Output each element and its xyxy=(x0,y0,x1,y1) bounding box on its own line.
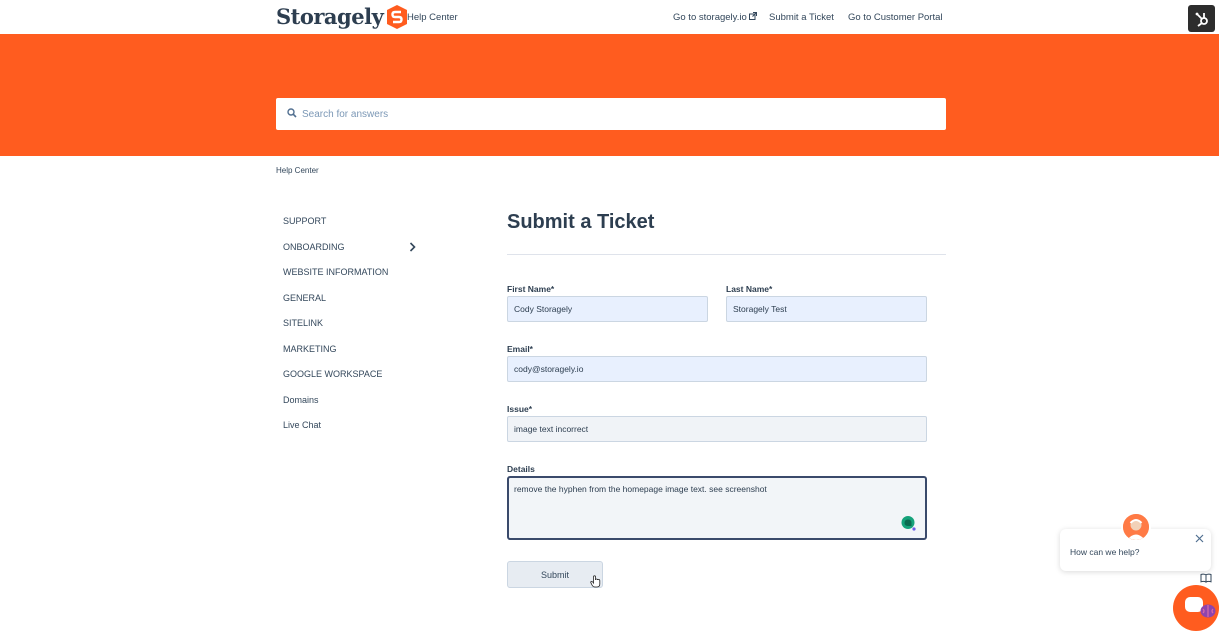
nav-customer-portal[interactable]: Go to Customer Portal xyxy=(848,12,943,23)
page-title: Submit a Ticket xyxy=(507,211,655,233)
book-icon[interactable] xyxy=(1200,573,1212,583)
sidebar-item-label: Domains xyxy=(283,394,319,405)
submit-button[interactable]: Submit xyxy=(507,561,603,588)
sidebar-item-label: MARKETING xyxy=(283,343,337,354)
sidebar-item-label: ONBOARDING xyxy=(283,241,345,252)
details-label: Details xyxy=(507,464,535,474)
hero-banner xyxy=(0,34,1219,156)
sidebar-item-support[interactable]: SUPPORT xyxy=(283,214,433,240)
issue-label: Issue* xyxy=(507,404,533,414)
sidebar-item-label: SUPPORT xyxy=(283,216,327,226)
sidebar-item-marketing[interactable]: MARKETING xyxy=(283,342,433,368)
details-textarea[interactable]: remove the hyphen from the homepage imag… xyxy=(507,476,927,540)
top-navigation: Storagely Help Center Go to storagely.io… xyxy=(0,0,1219,34)
hubspot-sprocket-button[interactable] xyxy=(1188,5,1215,32)
agent-avatar-icon xyxy=(1123,514,1149,540)
sidebar-item-live-chat[interactable]: Live Chat xyxy=(283,418,433,444)
title-divider xyxy=(507,254,946,255)
first-name-label: First Name* xyxy=(507,284,555,294)
sidebar-item-domains[interactable]: Domains xyxy=(283,393,433,419)
logo-text: Storagely xyxy=(276,4,384,29)
sidebar-item-label: WEBSITE INFORMATION xyxy=(283,267,389,277)
search-input[interactable] xyxy=(302,98,932,130)
close-icon[interactable] xyxy=(1195,534,1204,543)
sidebar-item-onboarding[interactable]: ONBOARDING xyxy=(283,240,433,266)
nav-submit-ticket[interactable]: Submit a Ticket xyxy=(769,12,834,23)
storagely-s-icon xyxy=(387,4,408,29)
email-label: Email* xyxy=(507,344,533,354)
email-field[interactable]: cody@storagely.io xyxy=(507,356,927,382)
breadcrumb[interactable]: Help Center xyxy=(276,166,319,175)
breadcrumb-help-center[interactable]: Help Center xyxy=(276,166,319,175)
external-link-icon xyxy=(748,12,757,20)
hand-cursor-icon xyxy=(590,575,601,588)
sidebar-item-general[interactable]: GENERAL xyxy=(283,291,433,317)
hubspot-sprocket-icon xyxy=(1195,12,1208,27)
sidebar-item-google-workspace[interactable]: GOOGLE WORKSPACE xyxy=(283,367,433,393)
sidebar-item-label: GOOGLE WORKSPACE xyxy=(283,369,383,379)
last-name-field[interactable]: Storagely Test xyxy=(726,296,927,322)
sidebar-item-label: Live Chat xyxy=(283,420,322,430)
avatar xyxy=(1121,512,1151,542)
chat-prompt-text: How can we help? xyxy=(1070,547,1140,557)
nav-go-to-storagely[interactable]: Go to storagely.io xyxy=(673,12,757,23)
nav-go-to-storagely-label: Go to storagely.io xyxy=(673,12,747,23)
brain-icon[interactable] xyxy=(1199,603,1217,619)
help-center-link[interactable]: Help Center xyxy=(407,12,458,23)
grammar-assistant-icon[interactable] xyxy=(900,515,916,531)
search-bar[interactable] xyxy=(276,98,946,130)
search-icon xyxy=(287,108,297,118)
issue-field[interactable]: image text incorrect xyxy=(507,416,927,442)
sidebar-item-sitelink[interactable]: SITELINK xyxy=(283,316,433,342)
first-name-field[interactable]: Cody Storagely xyxy=(507,296,708,322)
last-name-label: Last Name* xyxy=(726,284,773,294)
category-sidebar: SUPPORT ONBOARDING WEBSITE INFORMATION G… xyxy=(283,214,433,444)
sidebar-item-website-information[interactable]: WEBSITE INFORMATION xyxy=(283,265,433,291)
sidebar-item-label: GENERAL xyxy=(283,292,327,303)
chevron-right-icon[interactable] xyxy=(409,241,416,252)
storagely-logo[interactable]: Storagely xyxy=(276,4,408,29)
sidebar-item-label: SITELINK xyxy=(283,318,324,328)
